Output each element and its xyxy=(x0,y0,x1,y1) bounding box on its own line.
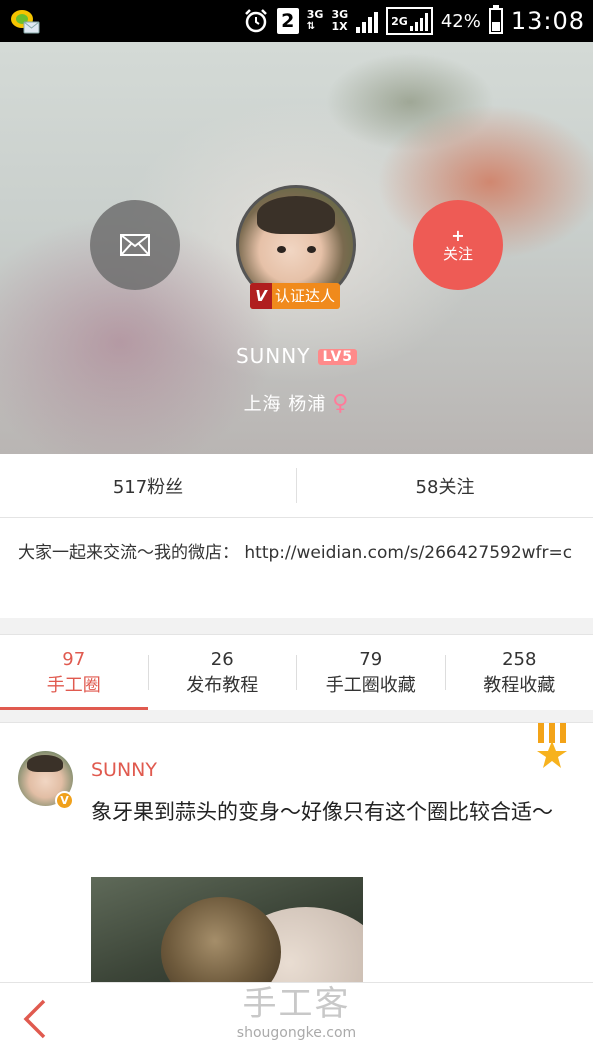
profile-header: V 认证达人 + 关注 SUNNY LV5 上海 杨浦 ♀ xyxy=(0,42,593,454)
follow-button[interactable]: + 关注 xyxy=(413,200,503,290)
profile-location-row: 上海 杨浦 ♀ xyxy=(0,390,593,416)
tab-label: 手工圈 xyxy=(46,674,101,696)
profile-tabs: 97 手工圈 26 发布教程 79 手工圈收藏 258 教程收藏 xyxy=(0,634,593,710)
profile-name-row: SUNNY LV5 xyxy=(0,344,593,368)
network-3g-1x-indicator: 3G 1X xyxy=(331,8,349,33)
post-text: 象牙果到蒜头的变身～好像只有这个圈比较合适～ xyxy=(91,800,553,824)
tab-label: 手工圈收藏 xyxy=(325,674,416,696)
profile-location: 上海 杨浦 xyxy=(243,394,327,415)
message-button[interactable] xyxy=(90,200,180,290)
network-2g-indicator: 2G xyxy=(386,7,433,35)
following-count[interactable]: 58关注 xyxy=(297,454,593,517)
envelope-icon xyxy=(120,234,150,256)
tab-count: 97 xyxy=(62,648,86,670)
tab-label: 发布教程 xyxy=(186,674,259,696)
status-bar: 2 3G ⇅ 3G 1X 2G 42% 13:08 xyxy=(0,0,593,42)
battery-icon xyxy=(488,5,503,34)
medal-star-icon xyxy=(537,723,567,768)
tab-count: 79 xyxy=(359,648,383,670)
female-icon: ♀ xyxy=(332,391,350,416)
profile-name: SUNNY xyxy=(235,344,311,368)
clock: 13:08 xyxy=(510,7,585,35)
tab-tutorial-favorites[interactable]: 258 教程收藏 xyxy=(446,635,593,710)
follow-label: 关注 xyxy=(442,245,473,263)
post-image[interactable] xyxy=(91,877,363,982)
verified-expert-badge: V 认证达人 xyxy=(250,283,341,309)
tab-published-tutorials[interactable]: 26 发布教程 xyxy=(149,635,297,710)
plus-icon: + xyxy=(451,226,465,245)
tab-count: 26 xyxy=(210,648,234,670)
site-watermark: 手工客 shougongke.com xyxy=(0,983,593,1041)
tab-circle-favorites[interactable]: 79 手工圈收藏 xyxy=(297,635,445,710)
tab-label: 教程收藏 xyxy=(483,674,556,696)
verified-icon: V xyxy=(55,791,74,810)
follow-counts: 517粉丝 58关注 xyxy=(0,454,593,518)
tab-handcraft-circle[interactable]: 97 手工圈 xyxy=(0,635,148,710)
signal-strength-icon xyxy=(356,9,379,33)
level-badge: LV5 xyxy=(318,349,358,365)
post-card[interactable]: V SUNNY 象牙果到蒜头的变身～好像只有这个圈比较合适～ xyxy=(0,722,593,982)
post-author-name[interactable]: SUNNY xyxy=(91,759,157,781)
verified-v-icon: V xyxy=(250,283,272,309)
sim-slot-indicator: 2 xyxy=(276,8,299,34)
watermark-title: 手工客 xyxy=(242,984,351,1024)
bottom-bar: 手工客 shougongke.com xyxy=(0,982,593,1054)
app-notification-icon xyxy=(11,10,40,34)
fans-count[interactable]: 517粉丝 xyxy=(0,454,296,517)
battery-percent: 42% xyxy=(440,10,481,32)
network-3g-indicator: 3G ⇅ xyxy=(306,8,324,33)
alarm-icon xyxy=(244,9,267,33)
tab-count: 258 xyxy=(502,648,537,670)
profile-bio: 大家一起来交流～我的微店： http://weidian.com/s/26642… xyxy=(0,518,593,618)
watermark-domain: shougongke.com xyxy=(236,1025,357,1041)
